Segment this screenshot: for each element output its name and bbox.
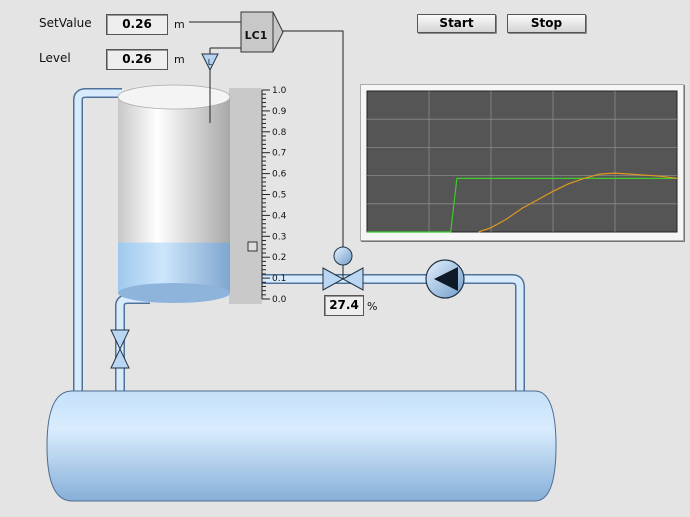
drain-pipe	[115, 294, 150, 392]
scale-tick-label: 1.0	[272, 86, 287, 96]
scale-tick-label: 0.2	[272, 253, 286, 263]
scale-tick-label: 0.7	[272, 149, 286, 159]
scale-tick-label: 0.0	[272, 295, 287, 305]
scale-tick-label: 0.3	[272, 232, 286, 242]
controller-label: LC1	[245, 29, 268, 42]
scale-tick-label: 0.5	[272, 191, 286, 201]
trend-plot-area	[366, 90, 678, 233]
upper-tank	[117, 84, 231, 303]
pump-icon[interactable]	[425, 259, 465, 299]
level-marker	[247, 241, 258, 252]
drain-valve[interactable]	[110, 329, 130, 369]
valve-position-unit: %	[367, 300, 378, 313]
valve-position-readout: 27.4	[324, 295, 364, 316]
trend-chart	[366, 90, 678, 233]
scale-tick-label: 0.6	[272, 170, 287, 180]
scale-tick-label: 0.9	[272, 107, 287, 117]
scale-tick-label: 0.8	[272, 128, 287, 138]
process-diagram: 1.0 0.9 0.8 0.7 0.6 0.5 0.4 0.3 0.2 0.1 0.0 L LC1	[46, 11, 557, 502]
level-scale: 1.0 0.9 0.8 0.7 0.6 0.5 0.4 0.3 0.2 0.1 0.0	[261, 86, 287, 305]
scale-background	[229, 88, 262, 304]
svg-text:L: L	[208, 58, 213, 67]
level-controller-block[interactable]: LC1	[240, 11, 284, 53]
trend-panel	[360, 84, 684, 241]
scale-tick-label: 0.1	[272, 274, 286, 284]
storage-tank	[46, 390, 557, 502]
scale-tick-label: 0.4	[272, 211, 287, 221]
